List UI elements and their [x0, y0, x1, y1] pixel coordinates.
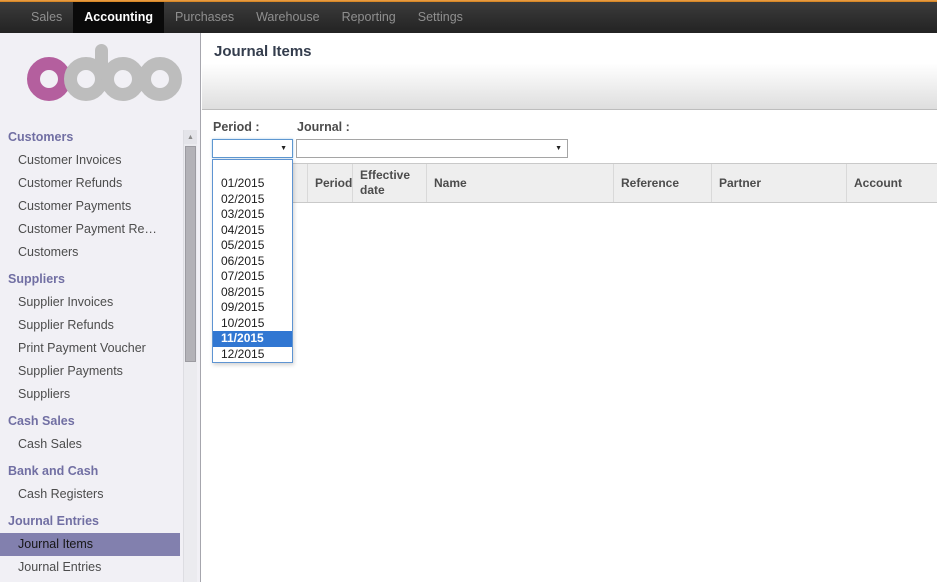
table-header-reference[interactable]: Reference [614, 164, 712, 202]
sidebar-item-supplier-refunds[interactable]: Supplier Refunds [0, 314, 180, 337]
sidebar-item-supplier-invoices[interactable]: Supplier Invoices [0, 291, 180, 314]
period-option-blank[interactable] [213, 160, 292, 176]
section-customers: Customers Customer Invoices Customer Ref… [0, 126, 200, 264]
period-option[interactable]: 08/2015 [213, 285, 292, 301]
section-title-suppliers: Suppliers [0, 268, 200, 291]
period-option[interactable]: 09/2015 [213, 300, 292, 316]
period-option[interactable]: 06/2015 [213, 254, 292, 270]
nav-sales[interactable]: Sales [20, 2, 73, 33]
table-header-account[interactable]: Account [847, 164, 937, 202]
period-option[interactable]: 01/2015 [213, 176, 292, 192]
period-select[interactable]: ▼ [212, 139, 293, 158]
nav-purchases[interactable]: Purchases [164, 2, 245, 33]
period-option[interactable]: 02/2015 [213, 192, 292, 208]
nav-accounting[interactable]: Accounting [73, 2, 164, 33]
chevron-down-icon: ▼ [280, 145, 287, 152]
period-option-highlighted[interactable]: 11/2015 [213, 331, 292, 347]
page-title: Journal Items [202, 33, 937, 60]
main-content: Journal Items Period : Journal : ▼ ▼ Per… [202, 33, 937, 582]
table-header-name[interactable]: Name [427, 164, 614, 202]
nav-settings[interactable]: Settings [407, 2, 474, 33]
period-filter-label: Period : [213, 120, 260, 134]
sidebar-item-customer-payments[interactable]: Customer Payments [0, 195, 180, 218]
top-nav: Sales Accounting Purchases Warehouse Rep… [0, 2, 937, 33]
sidebar-item-print-payment-voucher[interactable]: Print Payment Voucher [0, 337, 180, 360]
sidebar-scrollbar-thumb[interactable] [185, 146, 196, 362]
sidebar-item-customer-refunds[interactable]: Customer Refunds [0, 172, 180, 195]
sidebar-item-supplier-payments[interactable]: Supplier Payments [0, 360, 180, 383]
section-title-bank-and-cash: Bank and Cash [0, 460, 200, 483]
sidebar-item-cash-sales[interactable]: Cash Sales [0, 433, 180, 456]
section-suppliers: Suppliers Supplier Invoices Supplier Ref… [0, 268, 200, 406]
sidebar-item-journal-entries[interactable]: Journal Entries [0, 556, 180, 579]
scroll-up-icon[interactable]: ▲ [184, 130, 197, 144]
view-header: Journal Items [202, 33, 937, 110]
table-header-effective-date[interactable]: Effective date [353, 164, 427, 202]
logo-ring-o3 [138, 57, 182, 101]
sidebar-menu: Customers Customer Invoices Customer Ref… [0, 126, 200, 579]
chevron-down-icon: ▼ [555, 145, 562, 152]
sidebar-item-cash-registers[interactable]: Cash Registers [0, 483, 180, 506]
table-header-partner[interactable]: Partner [712, 164, 847, 202]
table-header-period[interactable]: Period [308, 164, 353, 202]
nav-reporting[interactable]: Reporting [331, 2, 407, 33]
sidebar-scrollbar[interactable]: ▲ [183, 130, 197, 582]
period-option[interactable]: 03/2015 [213, 207, 292, 223]
period-option[interactable]: 07/2015 [213, 269, 292, 285]
journal-select[interactable]: ▼ [296, 139, 568, 158]
journal-filter-label: Journal : [297, 120, 350, 134]
period-option[interactable]: 05/2015 [213, 238, 292, 254]
odoo-logo [27, 57, 187, 103]
period-option[interactable]: 10/2015 [213, 316, 292, 332]
nav-warehouse[interactable]: Warehouse [245, 2, 330, 33]
period-option[interactable]: 12/2015 [213, 347, 292, 363]
period-option[interactable]: 04/2015 [213, 223, 292, 239]
section-title-cash-sales: Cash Sales [0, 410, 200, 433]
section-bank-and-cash: Bank and Cash Cash Registers [0, 460, 200, 506]
sidebar: Customers Customer Invoices Customer Ref… [0, 33, 201, 582]
sidebar-item-customers[interactable]: Customers [0, 241, 180, 264]
sidebar-item-suppliers[interactable]: Suppliers [0, 383, 180, 406]
section-title-journal-entries: Journal Entries [0, 510, 200, 533]
table-header-row: Period Effective date Name Reference Par… [290, 163, 937, 203]
sidebar-item-journal-items[interactable]: Journal Items [0, 533, 180, 556]
period-dropdown-list: 01/2015 02/2015 03/2015 04/2015 05/2015 … [212, 159, 293, 363]
section-title-customers: Customers [0, 126, 200, 149]
sidebar-item-customer-payment-re[interactable]: Customer Payment Re… [0, 218, 180, 241]
section-journal-entries: Journal Entries Journal Items Journal En… [0, 510, 200, 579]
sidebar-item-customer-invoices[interactable]: Customer Invoices [0, 149, 180, 172]
section-cash-sales: Cash Sales Cash Sales [0, 410, 200, 456]
